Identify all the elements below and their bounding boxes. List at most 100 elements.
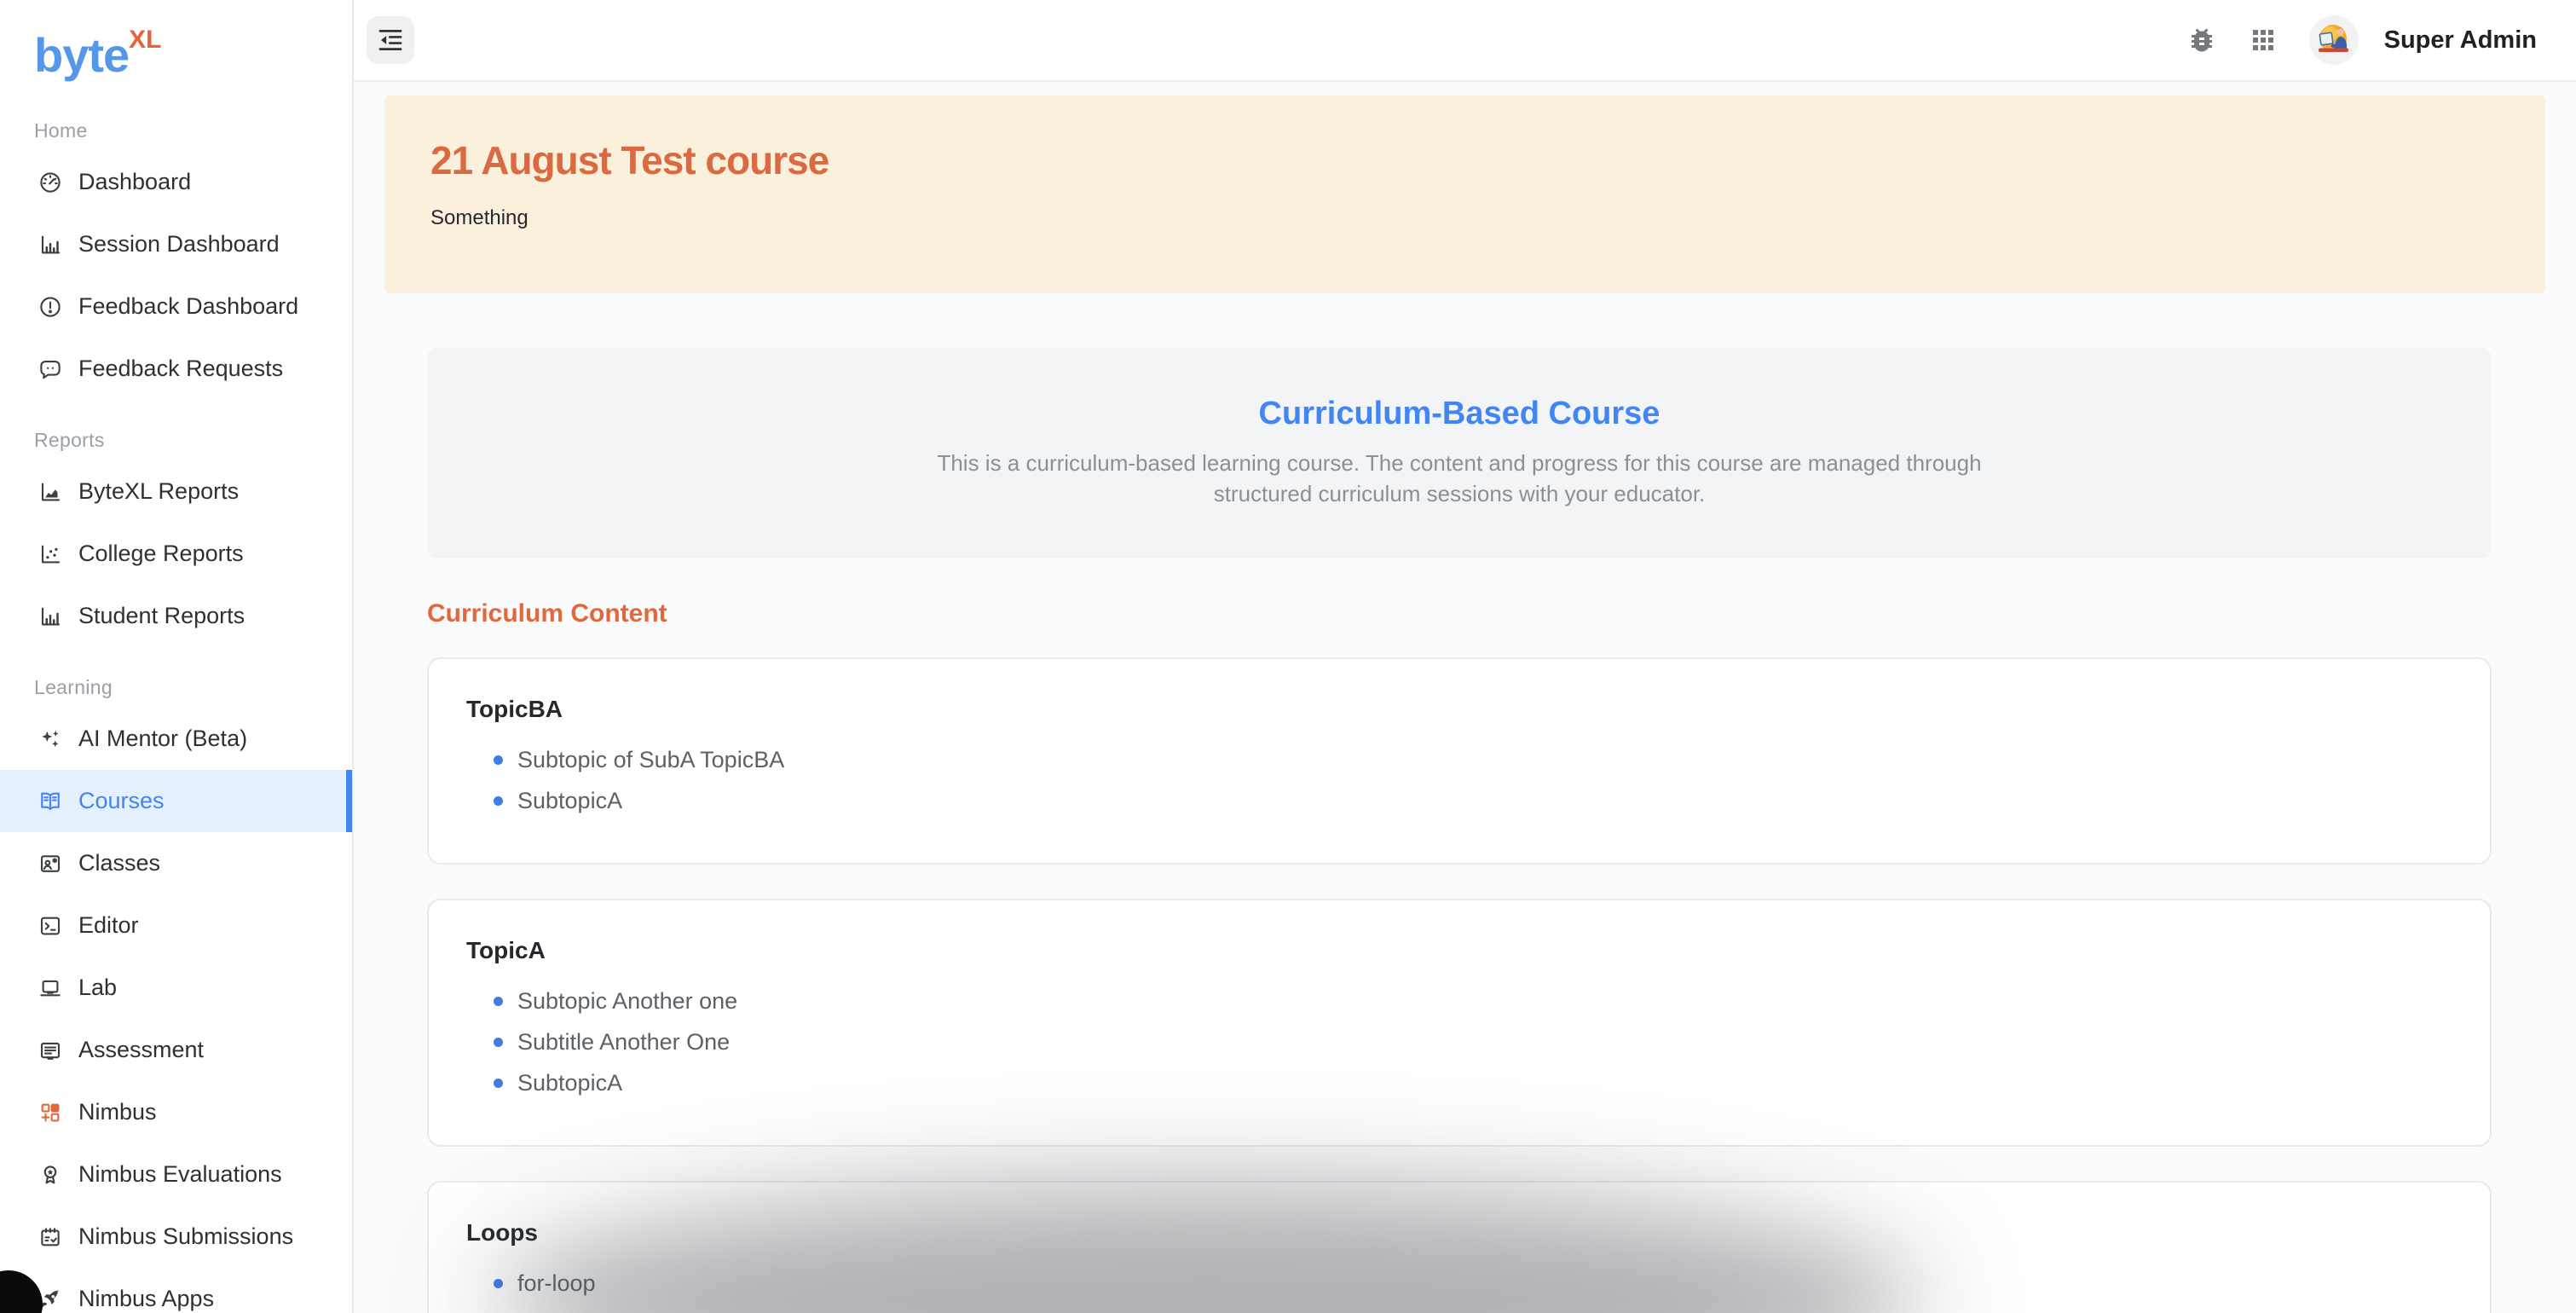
collapse-sidebar-button[interactable] <box>367 16 414 64</box>
sidebar-item-label: Nimbus <box>78 1099 157 1125</box>
award-icon <box>38 1162 63 1188</box>
nimbus-grid-icon <box>38 1100 63 1125</box>
sidebar-item-label: Nimbus Apps <box>78 1286 214 1312</box>
sidebar-item-label: Nimbus Submissions <box>78 1223 293 1250</box>
assessment-icon <box>38 1038 63 1063</box>
course-type-title: Curriculum-Based Course <box>427 396 2492 432</box>
bar-chart-icon <box>38 604 63 629</box>
bullet-dot-icon <box>494 755 503 765</box>
scatter-chart-icon <box>38 541 63 567</box>
speedometer-icon <box>38 170 63 195</box>
app-root: byteXL Home Dashboard Session Dashboard Fee… <box>0 0 2576 1313</box>
sidebar-item-feedback-requests[interactable]: Feedback Requests <box>0 338 352 400</box>
sidebar-item-student-reports[interactable]: Student Reports <box>0 585 352 647</box>
sidebar-item-lab[interactable]: Lab <box>0 957 352 1019</box>
sidebar-item-label: Session Dashboard <box>78 231 280 257</box>
topbar-actions: Super Admin <box>2186 15 2537 65</box>
sparkles-icon <box>38 726 63 752</box>
sidebar-item-label: ByteXL Reports <box>78 478 239 505</box>
subtopic-label: for-loop <box>517 1270 596 1297</box>
indent-decrease-icon <box>376 26 405 55</box>
content-container: Curriculum-Based Course This is a curric… <box>427 348 2492 1313</box>
sidebar-item-label: Student Reports <box>78 603 245 629</box>
subtopic-item: Subtopic Another one <box>494 987 2449 1015</box>
subtopic-item: Subtitle Another One <box>494 1028 2449 1056</box>
bullet-dot-icon <box>494 1079 503 1088</box>
sidebar-section-label: Reports <box>34 429 352 452</box>
sidebar-item-label: Assessment <box>78 1037 204 1063</box>
calendar-check-icon <box>38 1224 63 1250</box>
sidebar-item-nimbus-submissions[interactable]: Nimbus Submissions <box>0 1206 352 1268</box>
sidebar-item-nimbus-apps[interactable]: Nimbus Apps <box>0 1268 352 1313</box>
user-name[interactable]: Super Admin <box>2384 26 2537 55</box>
laptop-icon <box>38 975 63 1001</box>
sidebar-item-bytexl-reports[interactable]: ByteXL Reports <box>0 460 352 523</box>
sidebar-section-label: Home <box>34 119 352 142</box>
subtopic-item: for-loop <box>494 1270 2449 1298</box>
subtopic-item: SubtopicA <box>494 1069 2449 1097</box>
course-subtitle: Something <box>430 206 2545 230</box>
logo-sup-text: XL <box>129 26 161 54</box>
sidebar-item-feedback-dashboard[interactable]: Feedback Dashboard <box>0 275 352 338</box>
sidebar-item-label: Lab <box>78 975 117 1001</box>
open-book-icon <box>38 789 63 814</box>
sidebar-item-label: Editor <box>78 912 139 939</box>
bullet-dot-icon <box>494 997 503 1006</box>
bullet-dot-icon <box>494 1038 503 1047</box>
topic-card-list: TopicBA Subtopic of SubA TopicBA SubtopicA… <box>427 657 2492 1313</box>
apps-grid-icon <box>2248 25 2279 55</box>
subtopic-list: for-loop <box>466 1270 2449 1298</box>
course-hero: 21 August Test course Something <box>384 95 2545 293</box>
bug-report-button[interactable] <box>2186 25 2217 55</box>
sidebar-item-nimbus-evaluations[interactable]: Nimbus Evaluations <box>0 1143 352 1206</box>
course-type-card: Curriculum-Based Course This is a curric… <box>427 348 2492 558</box>
sidebar-item-label: Feedback Requests <box>78 356 283 382</box>
sidebar-section-label: Learning <box>34 676 352 699</box>
topbar: Super Admin <box>354 0 2576 82</box>
sidebar-item-assessment[interactable]: Assessment <box>0 1019 352 1081</box>
sidebar-item-label: Nimbus Evaluations <box>78 1161 282 1188</box>
sidebar-item-classes[interactable]: Classes <box>0 832 352 894</box>
rocket-icon <box>38 1287 63 1312</box>
sidebar-item-label: Feedback Dashboard <box>78 293 298 320</box>
subtopic-label: Subtopic of SubA TopicBA <box>517 747 784 773</box>
course-title: 21 August Test course <box>430 136 2545 184</box>
topic-card: TopicA Subtopic Another one Subtitle Anoth… <box>427 899 2492 1147</box>
sidebar-item-ai-mentor-beta[interactable]: AI Mentor (Beta) <box>0 708 352 770</box>
bar-chart-icon <box>38 232 63 257</box>
subtopic-label: Subtopic Another one <box>517 988 737 1015</box>
sidebar-item-courses[interactable]: Courses <box>0 770 352 832</box>
subtopic-item: Subtopic of SubA TopicBA <box>494 746 2449 774</box>
sidebar-item-label: Classes <box>78 850 160 876</box>
feedback-bubble-icon <box>38 356 63 382</box>
sidebar-nav: Home Dashboard Session Dashboard Feedback D… <box>0 119 352 1313</box>
subtopic-label: SubtopicA <box>517 788 622 814</box>
subtopic-list: Subtopic Another one Subtitle Another One… <box>466 987 2449 1097</box>
bullet-dot-icon <box>494 1279 503 1288</box>
apps-grid-button[interactable] <box>2248 25 2279 55</box>
topic-card: Loopsfor-loop <box>427 1181 2492 1313</box>
main-area: Super Admin 21 August Test course Someth… <box>354 0 2576 1313</box>
sidebar-item-editor[interactable]: Editor <box>0 894 352 957</box>
sidebar-item-label: AI Mentor (Beta) <box>78 726 247 752</box>
content-scroll-area[interactable]: 21 August Test course Something Curricul… <box>354 82 2576 1313</box>
sidebar-item-label: Courses <box>78 788 165 814</box>
sidebar: byteXL Home Dashboard Session Dashboard Fee… <box>0 0 354 1313</box>
bullet-dot-icon <box>494 796 503 806</box>
topic-title: TopicA <box>466 936 2449 965</box>
topic-card: TopicBA Subtopic of SubA TopicBA SubtopicA <box>427 657 2492 865</box>
alert-circle-icon <box>38 294 63 320</box>
sidebar-item-label: College Reports <box>78 541 244 567</box>
user-avatar[interactable] <box>2309 15 2359 65</box>
class-photo-icon <box>38 851 63 876</box>
sidebar-item-nimbus[interactable]: Nimbus <box>0 1081 352 1143</box>
sidebar-item-session-dashboard[interactable]: Session Dashboard <box>0 213 352 275</box>
curriculum-content-heading: Curriculum Content <box>427 599 2492 628</box>
subtopic-label: SubtopicA <box>517 1070 622 1096</box>
bytexl-logo[interactable]: byteXL <box>0 0 352 90</box>
subtopic-list: Subtopic of SubA TopicBA SubtopicA <box>466 746 2449 815</box>
course-type-description: This is a curriculum-based learning cour… <box>935 448 1984 509</box>
sidebar-item-dashboard[interactable]: Dashboard <box>0 151 352 213</box>
sidebar-item-college-reports[interactable]: College Reports <box>0 523 352 585</box>
topic-title: TopicBA <box>466 695 2449 724</box>
